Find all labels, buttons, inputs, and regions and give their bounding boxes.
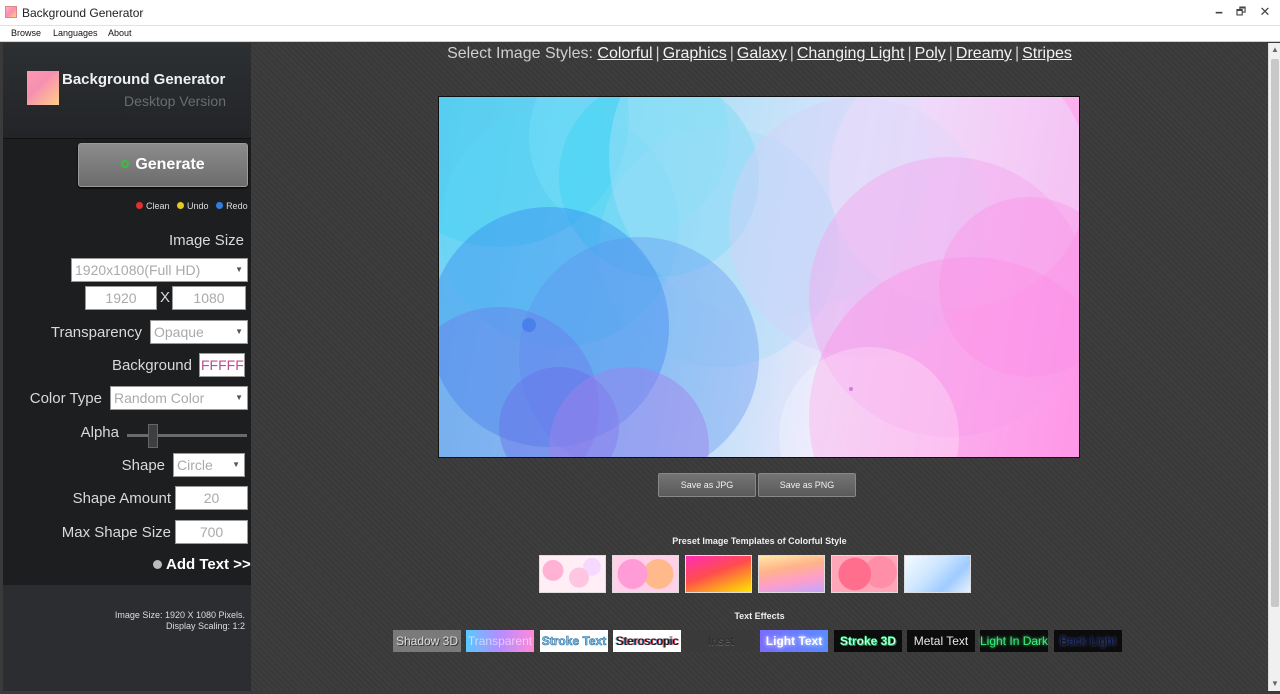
effect-stroke-text[interactable]: Stroke Text xyxy=(540,630,608,652)
title-bar: Background Generator 🗕 🗗 ✕ xyxy=(0,0,1280,26)
generated-background-image xyxy=(439,97,1079,457)
undo-button[interactable]: Undo xyxy=(176,201,209,211)
menu-browse[interactable]: Browse xyxy=(11,28,41,38)
background-label: Background xyxy=(111,357,192,374)
add-text-label: Add Text >> xyxy=(166,556,251,573)
style-link-poly[interactable]: Poly xyxy=(915,45,946,62)
preset-template-2[interactable] xyxy=(612,555,679,593)
size-separator: X xyxy=(160,289,171,306)
shape-label: Shape xyxy=(121,457,165,474)
image-size-select[interactable]: 1920x1080(Full HD) ▼ xyxy=(71,258,248,282)
scroll-up-icon[interactable]: ▲ xyxy=(1269,43,1280,57)
clean-label: Clean xyxy=(146,201,170,211)
redo-button[interactable]: Redo xyxy=(215,201,248,211)
clean-icon xyxy=(135,201,144,210)
generate-label: Generate xyxy=(135,156,205,173)
max-shape-size-input[interactable]: 700 xyxy=(175,520,248,544)
image-size-label: Image Size xyxy=(168,232,244,249)
display-scaling-info: Display Scaling: 1:2 xyxy=(165,621,245,631)
redo-label: Redo xyxy=(226,201,248,211)
chevron-down-icon: ▼ xyxy=(235,327,243,336)
effect-transparent[interactable]: Transparent xyxy=(466,630,534,652)
chevron-down-icon: ▼ xyxy=(235,265,243,274)
app-name: Background Generator xyxy=(62,71,226,88)
sidebar: Background Generator Desktop Version Gen… xyxy=(3,43,251,691)
redo-icon xyxy=(215,201,225,210)
style-link-changing-light[interactable]: Changing Light xyxy=(797,45,905,62)
add-icon xyxy=(153,560,162,569)
width-input[interactable]: 1920 xyxy=(85,286,157,310)
image-info: Image Size: 1920 X 1080 Pixels. Display … xyxy=(115,610,245,632)
clean-button[interactable]: Clean xyxy=(135,201,170,211)
image-styles-bar: Select Image Styles: Colorful | Graphics | G… xyxy=(447,45,1072,62)
minimize-button[interactable]: 🗕 xyxy=(1208,4,1230,20)
effect-light-in-dark[interactable]: Light In Dark xyxy=(980,630,1048,652)
style-link-graphics[interactable]: Graphics xyxy=(663,45,727,62)
shape-amount-input[interactable]: 20 xyxy=(175,486,248,510)
chevron-down-icon: ▼ xyxy=(235,393,243,402)
max-shape-size-label: Max Shape Size xyxy=(61,524,171,541)
image-preview xyxy=(438,96,1080,458)
effect-metal-text[interactable]: Metal Text xyxy=(907,630,975,652)
add-text-button[interactable]: Add Text >> xyxy=(153,556,251,573)
transparency-label: Transparency xyxy=(50,324,142,341)
image-size-value: 1920x1080(Full HD) xyxy=(75,262,201,278)
vertical-scrollbar[interactable]: ▲ ▼ xyxy=(1268,43,1280,691)
menu-languages[interactable]: Languages xyxy=(53,28,98,38)
shape-amount-label: Shape Amount xyxy=(72,490,171,507)
menu-bar: Browse Languages About xyxy=(0,26,1280,42)
color-type-label: Color Type xyxy=(29,390,102,407)
transparency-value: Opaque xyxy=(154,324,204,340)
effect-steroscopic[interactable]: Steroscopic xyxy=(613,630,681,652)
maximize-button[interactable]: 🗗 xyxy=(1230,4,1252,20)
history-actions: Clean Undo Redo xyxy=(135,201,252,211)
app-subtitle: Desktop Version xyxy=(124,93,226,109)
save-jpg-button[interactable]: Save as JPG xyxy=(658,473,756,497)
preset-template-3[interactable] xyxy=(685,555,752,593)
effect-shadow-3d[interactable]: Shadow 3D xyxy=(393,630,461,652)
generate-button[interactable]: Generate xyxy=(78,143,248,187)
shape-select[interactable]: Circle ▼ xyxy=(173,453,245,477)
menu-about[interactable]: About xyxy=(108,28,132,38)
effect-back-light[interactable]: Back Light xyxy=(1054,630,1122,652)
background-color-input[interactable]: FFFFF xyxy=(199,353,245,377)
effect-light-text[interactable]: Light Text xyxy=(760,630,828,652)
effect-inset[interactable]: Inset xyxy=(687,630,755,652)
save-png-button[interactable]: Save as PNG xyxy=(758,473,856,497)
style-link-galaxy[interactable]: Galaxy xyxy=(737,45,787,62)
color-type-value: Random Color xyxy=(114,390,205,406)
undo-icon xyxy=(176,201,186,210)
style-link-dreamy[interactable]: Dreamy xyxy=(956,45,1012,62)
preset-templates-title: Preset Image Templates of Colorful Style xyxy=(672,536,847,546)
styles-prefix: Select Image Styles: xyxy=(447,45,593,62)
image-size-info: Image Size: 1920 X 1080 Pixels. xyxy=(114,610,245,620)
color-type-select[interactable]: Random Color ▼ xyxy=(110,386,248,410)
generate-icon xyxy=(121,160,130,168)
style-link-stripes[interactable]: Stripes xyxy=(1022,45,1072,62)
alpha-slider-thumb[interactable] xyxy=(148,424,158,448)
scroll-down-icon[interactable]: ▼ xyxy=(1269,677,1280,691)
sidebar-footer: Image Size: 1920 X 1080 Pixels. Display … xyxy=(3,585,251,691)
sidebar-header: Background Generator Desktop Version xyxy=(3,43,251,139)
style-link-colorful[interactable]: Colorful xyxy=(597,45,652,62)
alpha-label: Alpha xyxy=(80,424,119,441)
window-title: Background Generator xyxy=(22,6,144,20)
preset-template-6[interactable] xyxy=(904,555,971,593)
alpha-slider-track[interactable] xyxy=(127,434,247,437)
app-logo xyxy=(27,71,59,105)
preset-template-1[interactable] xyxy=(539,555,606,593)
app-icon xyxy=(5,6,17,18)
text-effects-title: Text Effects xyxy=(734,611,785,621)
transparency-select[interactable]: Opaque ▼ xyxy=(150,320,248,344)
effect-stroke-3d[interactable]: Stroke 3D xyxy=(834,630,902,652)
main-area: Select Image Styles: Colorful | Graphics | G… xyxy=(251,43,1268,691)
preset-template-5[interactable] xyxy=(831,555,898,593)
height-input[interactable]: 1080 xyxy=(172,286,246,310)
scrollbar-thumb[interactable] xyxy=(1271,59,1279,607)
shape-value: Circle xyxy=(177,457,213,473)
undo-label: Undo xyxy=(187,201,209,211)
chevron-down-icon: ▼ xyxy=(232,460,240,469)
preset-template-4[interactable] xyxy=(758,555,825,593)
close-button[interactable]: ✕ xyxy=(1254,4,1276,20)
